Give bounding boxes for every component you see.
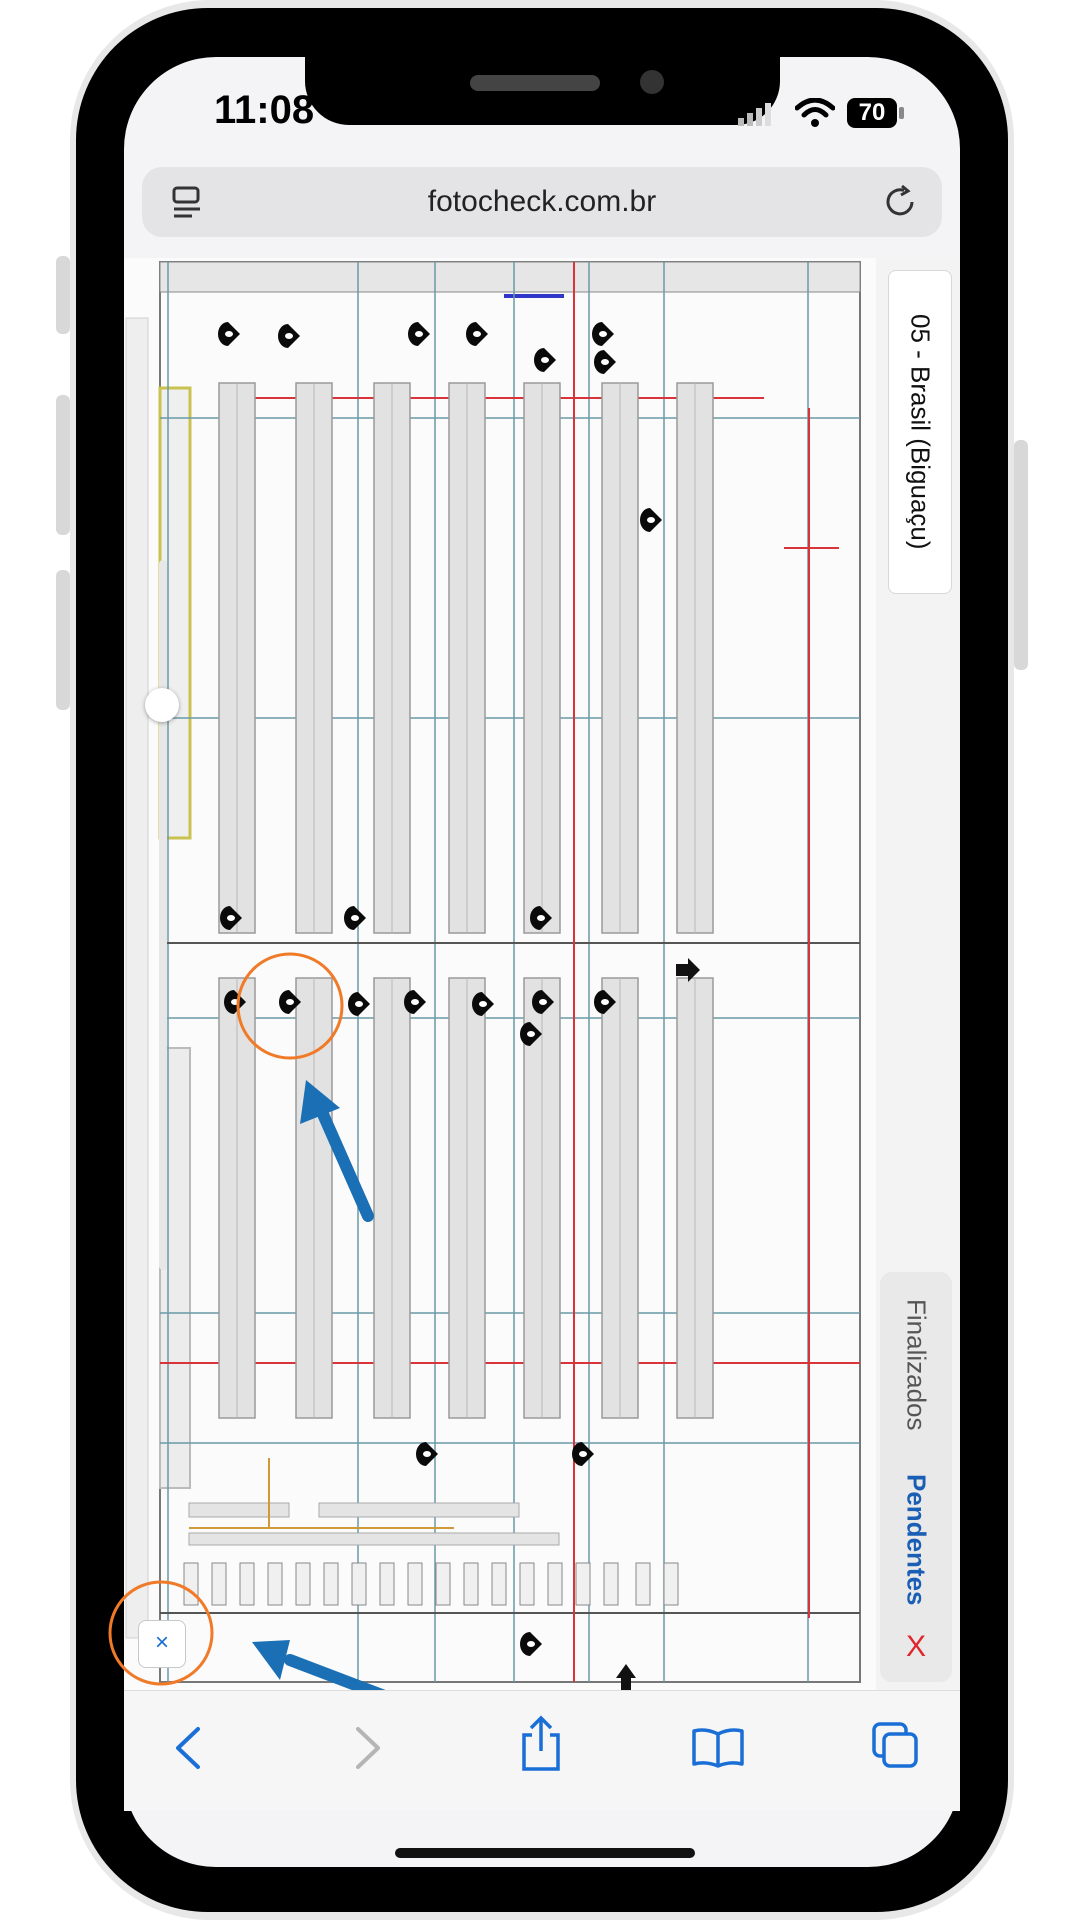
share-icon[interactable] <box>518 1715 564 1773</box>
tabs-icon[interactable] <box>870 1720 922 1772</box>
annotation-circle <box>236 952 344 1060</box>
home-indicator <box>395 1848 695 1858</box>
bookmarks-icon[interactable] <box>690 1726 746 1768</box>
annotation-arrow <box>300 1080 374 1222</box>
annotation-circle <box>108 1580 214 1686</box>
back-icon[interactable] <box>170 1725 206 1771</box>
annotation-overlay <box>108 952 401 1706</box>
forward-icon[interactable] <box>350 1725 386 1771</box>
